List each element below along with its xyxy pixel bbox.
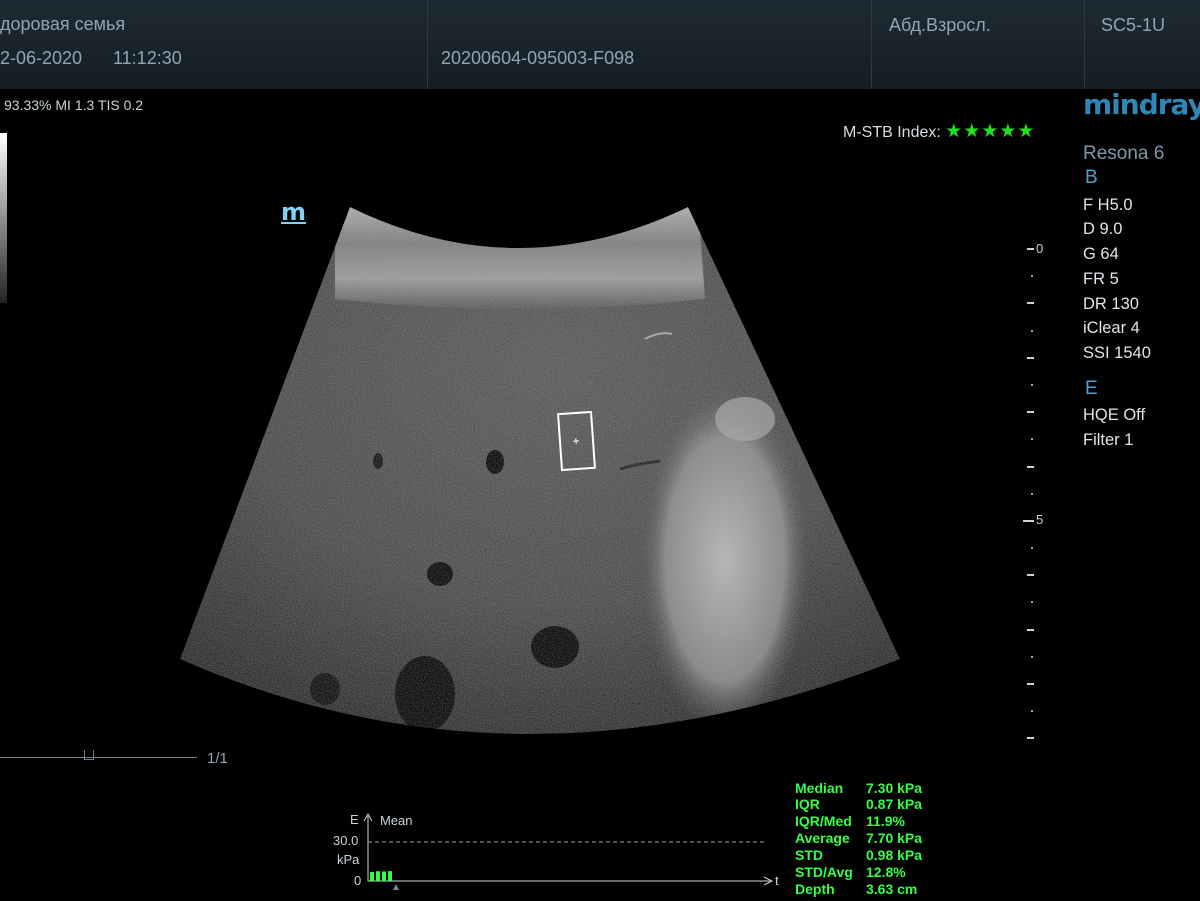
depth-tick [1027, 248, 1034, 250]
depth-tick [1023, 520, 1034, 522]
result-value-average: 7.70 kPa [866, 830, 923, 846]
depth-tick [1027, 737, 1034, 739]
result-value-median: 7.30 kPa [866, 780, 923, 796]
graph-bar [370, 871, 374, 881]
header-bar: доровая семья 2-06-2020 11:12:30 2020060… [0, 0, 1200, 89]
graph-axes [363, 812, 774, 890]
cine-progress-handle[interactable] [84, 750, 94, 760]
depth-dot [1031, 710, 1033, 712]
depth-dot [1031, 330, 1033, 332]
depth-dot [1031, 438, 1033, 440]
param-hqe[interactable]: HQE Off [1083, 406, 1145, 425]
depth-tick [1027, 629, 1034, 631]
device-model: Resona 6 [1083, 143, 1165, 164]
graph-unit-label: kPa [337, 852, 360, 867]
depth-tick [1027, 574, 1034, 576]
param-dynamic-range[interactable]: DR 130 [1083, 295, 1139, 314]
exam-id: 20200604-095003-F098 [441, 48, 635, 68]
probe-cell[interactable]: SC5-1U [1085, 0, 1200, 89]
patient-name: доровая семья [0, 14, 126, 34]
depth-tick [1027, 302, 1034, 304]
depth-dot [1031, 656, 1033, 658]
patient-info-cell[interactable]: доровая семья 2-06-2020 11:12:30 [0, 0, 428, 89]
depth-tick [1027, 466, 1034, 468]
result-label-median: Median [795, 780, 844, 796]
ultrasound-image[interactable] [0, 89, 1020, 759]
result-value-std: 0.98 kPa [866, 847, 923, 863]
graph-ymax-label: 30.0 [333, 833, 359, 848]
depth-tick [1027, 411, 1034, 413]
exam-date: 2-06-2020 [0, 48, 83, 68]
mode-e-label: E [1085, 378, 1098, 399]
brand-logo: mindray [1083, 88, 1200, 121]
cine-progress-track[interactable] [0, 757, 197, 758]
depth-dot [1031, 493, 1033, 495]
result-label-iqr: IQR [795, 796, 820, 812]
param-depth[interactable]: D 9.0 [1083, 220, 1122, 239]
depth-label-0: 0 [1036, 241, 1044, 256]
result-value-depth: 3.63 cm [866, 881, 918, 897]
param-frequency[interactable]: F H5.0 [1083, 196, 1133, 215]
mode-b-label: B [1085, 167, 1098, 188]
result-value-iqr-med: 11.9% [866, 813, 905, 829]
depth-dot [1031, 601, 1033, 603]
result-label-std-avg: STD/Avg [795, 864, 853, 880]
orientation-marker: m [281, 198, 307, 226]
probe-label: SC5-1U [1101, 15, 1166, 35]
result-label-depth: Depth [795, 881, 835, 897]
depth-dot [1031, 547, 1033, 549]
depth-tick [1027, 683, 1034, 685]
result-label-iqr-med: IQR/Med [795, 813, 852, 829]
result-label-std: STD [795, 847, 823, 863]
preset-label: Абд.Взросл. [889, 15, 991, 35]
result-value-iqr: 0.87 kPa [866, 796, 923, 812]
param-frame-rate[interactable]: FR 5 [1083, 270, 1119, 289]
graph-bar [382, 871, 386, 881]
graph-bar [376, 871, 380, 881]
graph-axis-e-label: E [350, 812, 359, 827]
result-value-std-avg: 12.8% [866, 864, 906, 880]
exam-time: 11:12:30 [113, 48, 182, 68]
cine-frame-label: 1/1 [207, 750, 228, 767]
depth-dot [1031, 275, 1033, 277]
graph-bar [388, 871, 392, 881]
depth-tick [1027, 357, 1034, 359]
param-gain[interactable]: G 64 [1083, 245, 1119, 264]
preset-cell[interactable]: Абд.Взросл. [872, 0, 1085, 89]
param-ssi[interactable]: SSI 1540 [1083, 344, 1151, 363]
exam-id-cell[interactable]: 20200604-095003-F098 [428, 0, 872, 89]
param-filter[interactable]: Filter 1 [1083, 431, 1133, 450]
depth-label-5: 5 [1036, 512, 1044, 527]
result-label-average: Average [795, 830, 850, 846]
depth-dot [1031, 384, 1033, 386]
param-iclear[interactable]: iClear 4 [1083, 319, 1140, 338]
